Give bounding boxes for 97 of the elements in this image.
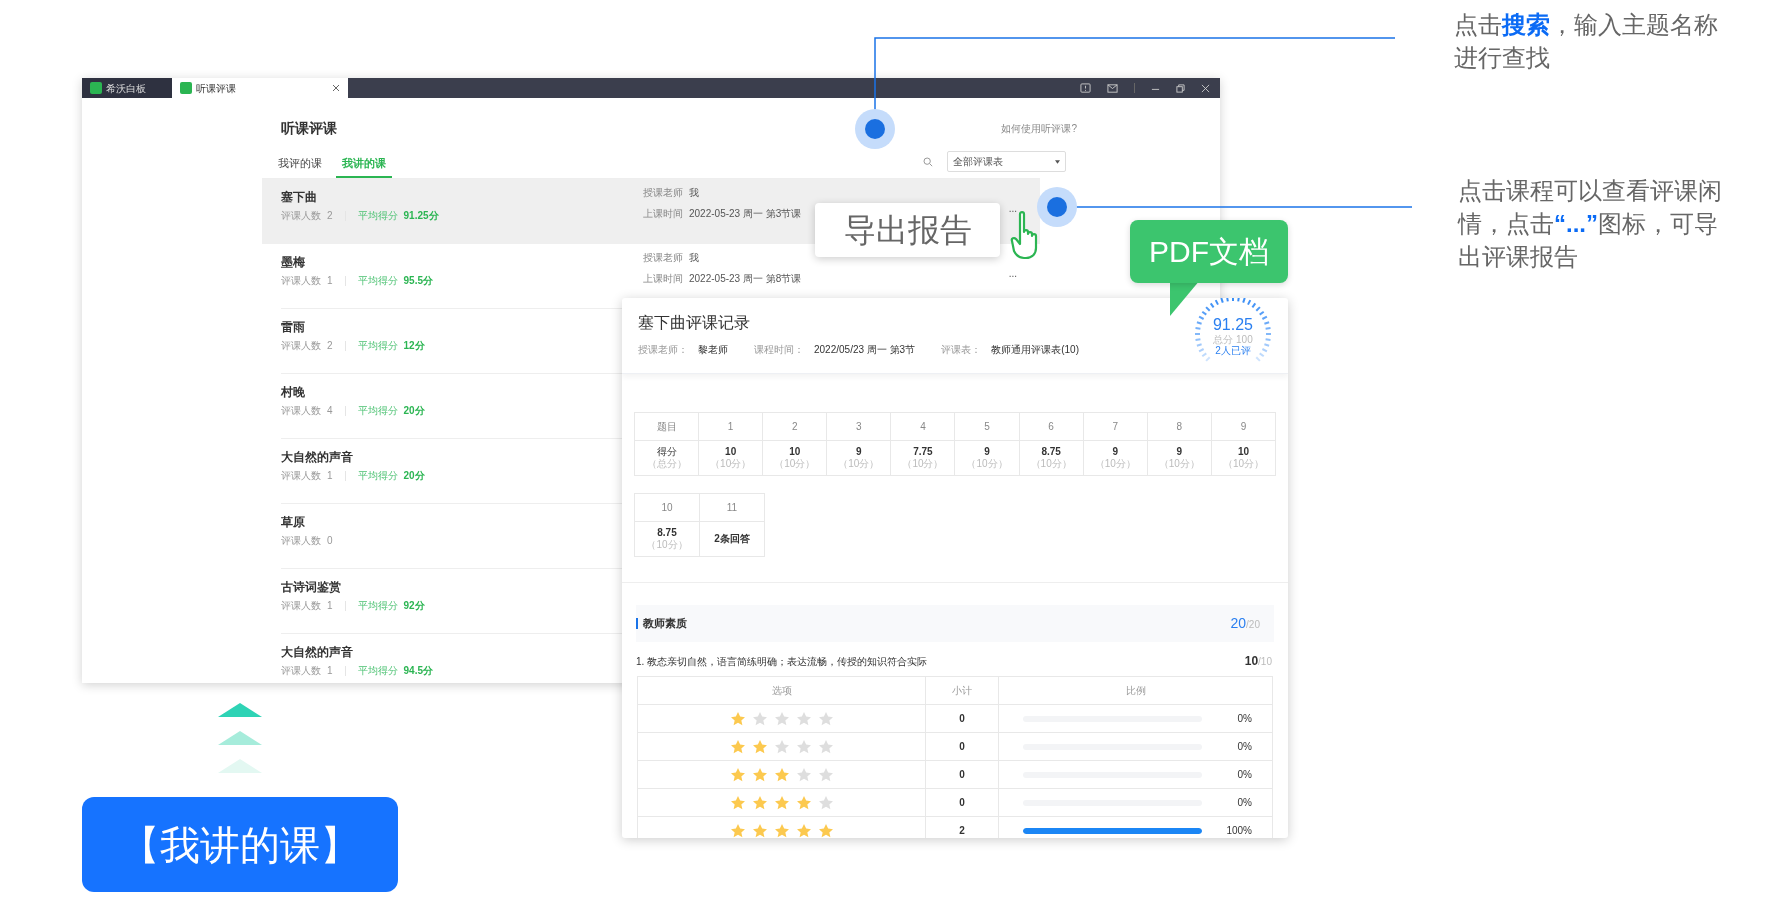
table-cell: 7.75 （10分）	[891, 441, 956, 475]
average-score: 92分	[403, 600, 425, 612]
report-title: 塞下曲评课记录	[638, 313, 750, 333]
reviewers-label: 评课人数	[281, 535, 321, 547]
percent-text: 0%	[1236, 796, 1252, 810]
percent-text: 0%	[1236, 740, 1252, 754]
table-cell: 9	[1211, 413, 1276, 441]
reviewers-count: 4	[327, 405, 333, 417]
teacher-name: 我	[689, 252, 699, 264]
table-cell: 0	[926, 789, 999, 817]
class-time: 2022-05-23 周一 第3节课	[689, 208, 802, 220]
table-cell: 10	[635, 494, 700, 522]
pdf-callout: PDF文档	[1130, 220, 1288, 283]
table-cell: 4	[891, 413, 956, 441]
reviewers-count: 1	[327, 470, 333, 482]
reviewers-label: 评课人数	[281, 340, 321, 352]
course-title: 墨梅	[281, 254, 306, 270]
column-header: 小计	[926, 677, 999, 705]
total-score: 91.25	[1212, 316, 1253, 334]
average-score: 20分	[403, 405, 425, 417]
reviewers-label: 评课人数	[281, 600, 321, 612]
reviewers-count: 1	[327, 600, 333, 612]
meta-label: 课程时间：	[754, 343, 804, 357]
course-title: 塞下曲	[281, 189, 318, 205]
average-label: 平均得分	[357, 275, 398, 287]
reviewers-count: 1	[327, 665, 333, 677]
section-total: /20	[1246, 619, 1260, 632]
export-report-tooltip: 导出报告	[815, 203, 1000, 257]
section-title: 教师素质	[643, 616, 687, 632]
table-cell: 2	[763, 413, 828, 441]
percent-text: 100%	[1225, 824, 1252, 838]
average-label: 平均得分	[357, 470, 398, 482]
reviewers-label: 评课人数	[281, 405, 321, 417]
column-header: 比例	[999, 677, 1273, 705]
table-cell: 8	[1147, 413, 1212, 441]
table-cell: 10 （10分）	[763, 441, 828, 475]
percent-text: 0%	[1236, 768, 1252, 782]
course-title: 古诗词鉴赏	[281, 579, 342, 595]
reviewers-count: 2	[327, 210, 333, 222]
question-text: 1. 教态亲切自然，语言简练明确；表达流畅，传授的知识符合实际	[636, 655, 928, 669]
page-title: 听课评课	[281, 119, 337, 138]
reviewed-count: 2人已评	[1215, 345, 1251, 357]
table-cell: 5	[955, 413, 1020, 441]
meta-label: 授课老师：	[638, 343, 688, 357]
average-label: 平均得分	[357, 340, 398, 352]
average-score: 91.25分	[403, 210, 439, 222]
teacher-name: 我	[689, 187, 699, 199]
table-cell: 2条回答	[700, 522, 765, 556]
average-score: 94.5分	[403, 665, 434, 677]
reviewers-label: 评课人数	[281, 665, 321, 677]
average-label: 平均得分	[357, 405, 398, 417]
table-cell: 9 （10分）	[827, 441, 892, 475]
course-title: 草原	[281, 514, 306, 530]
table-cell: 3	[827, 413, 892, 441]
table-cell: 0	[926, 705, 999, 733]
annotation-text: 点击搜索，输入主题名称进行查找	[1454, 10, 1719, 73]
average-label: 平均得分	[357, 600, 398, 612]
percent-text: 0%	[1236, 712, 1252, 726]
table-cell: 0	[926, 761, 999, 789]
table-cell: 11	[700, 494, 765, 522]
course-title: 雷雨	[281, 319, 306, 335]
section-score: 20	[1230, 614, 1247, 633]
table-cell: 6	[1019, 413, 1084, 441]
teacher-label: 授课老师	[643, 252, 683, 264]
table-cell: 10 （10分）	[699, 441, 764, 475]
time-label: 上课时间	[643, 273, 683, 285]
reviewers-label: 评课人数	[281, 275, 321, 287]
meta-value: 黎老师	[698, 343, 728, 357]
class-time: 2022-05-23 周一 第8节课	[689, 273, 802, 285]
average-score: 20分	[403, 470, 425, 482]
annotation-text: 点击课程可以查看评课闲情，点击“...”图标，可导出评课报告	[1458, 176, 1723, 272]
reviewers-count: 1	[327, 275, 333, 287]
average-score: 95.5分	[403, 275, 434, 287]
question-total: /10	[1258, 655, 1272, 669]
meta-value: 教师通用评课表(10)	[991, 343, 1079, 357]
course-title: 大自然的声音	[281, 644, 354, 660]
course-title: 村晚	[281, 384, 306, 400]
question-score: 10	[1244, 653, 1259, 670]
reviewers-count: 2	[327, 340, 333, 352]
average-score: 12分	[403, 340, 425, 352]
average-label: 平均得分	[357, 665, 398, 677]
title-badge: 【我讲的课】	[82, 797, 398, 892]
meta-value: 2022/05/23 周一 第3节	[814, 343, 916, 357]
reviewers-label: 评课人数	[281, 470, 321, 482]
table-cell: 题目	[635, 413, 700, 441]
column-header: 选项	[638, 677, 926, 705]
table-cell: 1	[699, 413, 764, 441]
reviewers-label: 评课人数	[281, 210, 321, 222]
course-title: 大自然的声音	[281, 449, 354, 465]
time-label: 上课时间	[643, 208, 683, 220]
meta-label: 评课表：	[941, 343, 982, 357]
teacher-label: 授课老师	[643, 187, 683, 199]
reviewers-count: 0	[327, 535, 333, 547]
average-label: 平均得分	[357, 210, 398, 222]
table-cell: 0	[926, 733, 999, 761]
table-cell: 2	[926, 817, 999, 838]
table-cell: 7	[1083, 413, 1148, 441]
